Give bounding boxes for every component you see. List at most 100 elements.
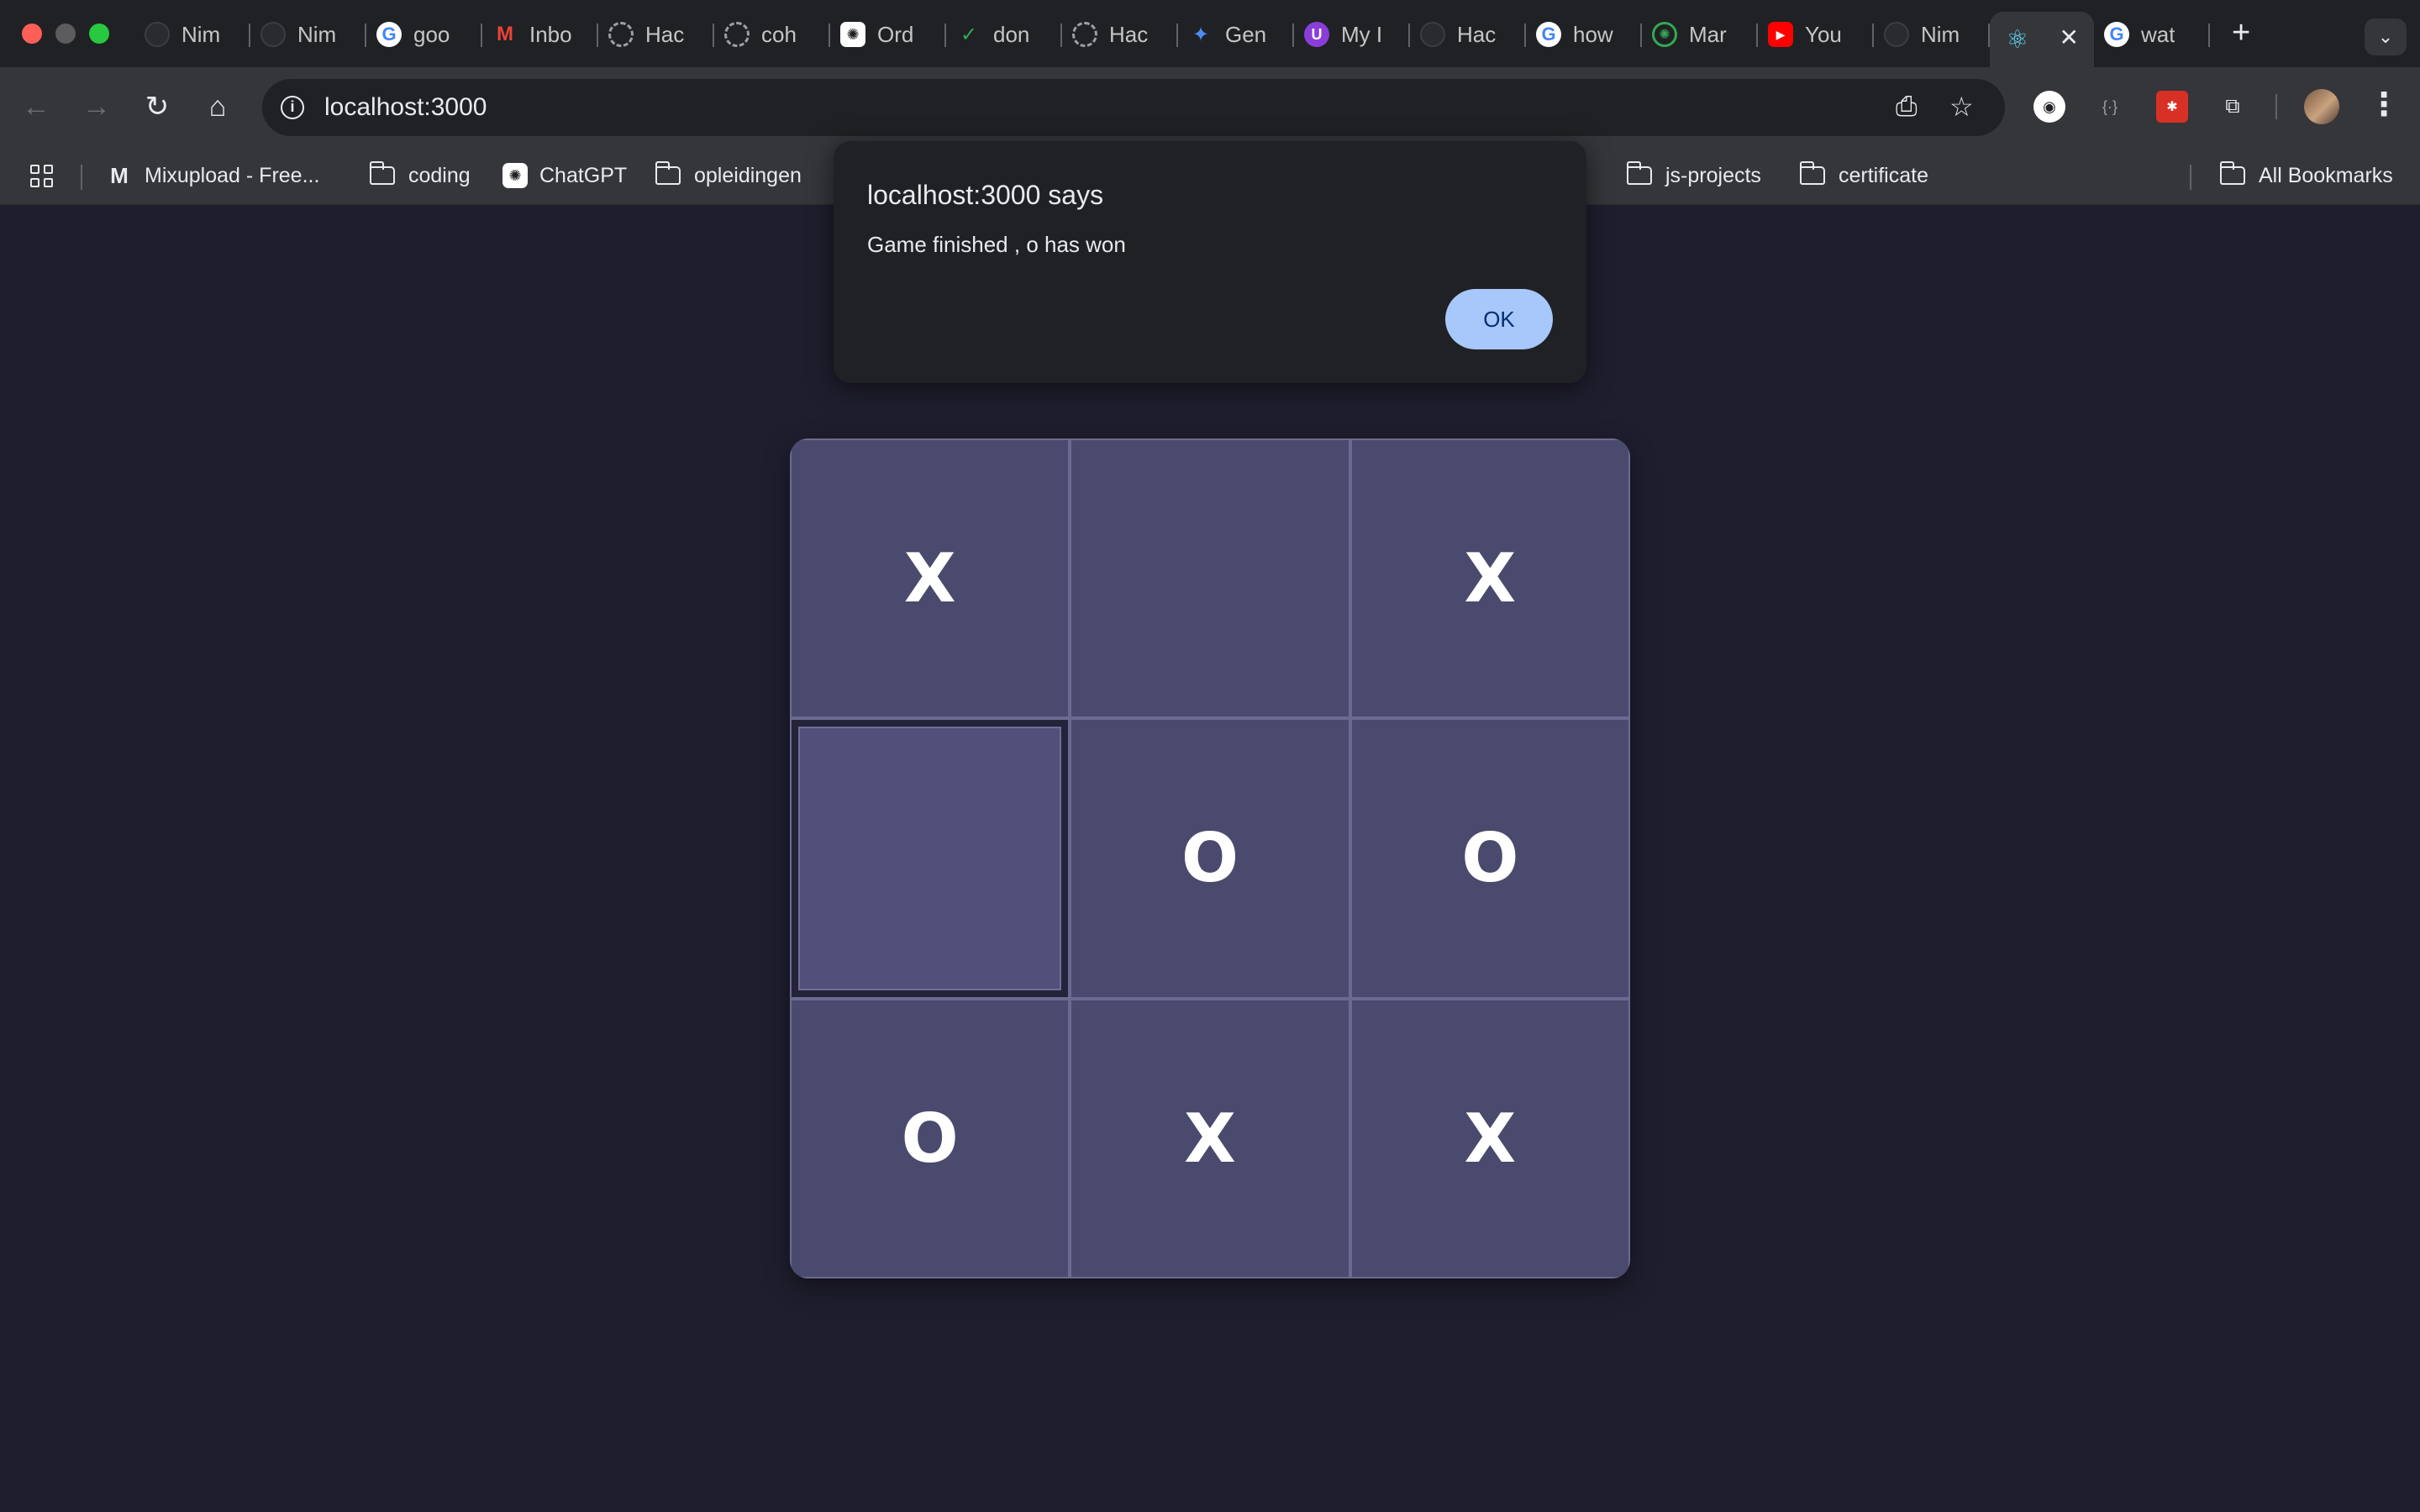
- extensions-puzzle-icon[interactable]: ⧉: [2217, 91, 2249, 123]
- bookmark-folder-coding[interactable]: coding: [369, 160, 471, 191]
- ok-button[interactable]: OK: [1445, 289, 1553, 349]
- code-extension-icon[interactable]: {·}: [2094, 91, 2126, 123]
- close-window-button[interactable]: [22, 24, 42, 44]
- bookmark-label: Mixupload - Free...: [145, 163, 320, 187]
- home-icon: ⌂: [208, 90, 227, 123]
- tab[interactable]: ✓ don: [946, 12, 1062, 57]
- chatgpt-green-icon: ✺: [1652, 22, 1677, 47]
- tab[interactable]: Hac: [598, 12, 714, 57]
- tab[interactable]: Ggoo: [366, 12, 482, 57]
- chevron-down-icon: ⌄: [2377, 26, 2394, 47]
- tab-title: Ord: [877, 21, 914, 47]
- site-info-icon[interactable]: i: [281, 96, 304, 119]
- tab-title: don: [993, 21, 1030, 47]
- gemini-icon: ✦: [1192, 23, 1210, 46]
- udemy-icon: U: [1304, 22, 1329, 47]
- board-cell[interactable]: O: [790, 998, 1071, 1278]
- arrow-right-icon: →: [82, 90, 111, 123]
- browser-menu-icon[interactable]: ⋮: [2368, 86, 2400, 123]
- gmail-icon: M: [497, 23, 513, 45]
- tab-title: My I: [1341, 21, 1383, 47]
- bookmark-label: js-projects: [1665, 163, 1761, 187]
- tab-search-button[interactable]: ⌄: [2365, 18, 2407, 55]
- cell-mark: O: [901, 1099, 959, 1178]
- tab[interactable]: Nim: [1874, 12, 1990, 57]
- tab[interactable]: ▶ You: [1758, 12, 1874, 57]
- tab[interactable]: coh: [714, 12, 830, 57]
- board-cell-hovered[interactable]: [790, 718, 1071, 999]
- tab[interactable]: ✺ Ord: [830, 12, 946, 57]
- tab[interactable]: Nim: [250, 12, 366, 57]
- github-icon: [145, 22, 170, 47]
- tab[interactable]: Hac: [1062, 12, 1178, 57]
- tab[interactable]: ✦ Gen: [1178, 12, 1294, 57]
- board-cell[interactable]: X: [1349, 998, 1630, 1278]
- board-cell[interactable]: X: [1070, 998, 1350, 1278]
- recorder-extension-icon[interactable]: ◉: [2033, 91, 2065, 123]
- address-bar[interactable]: i localhost:3000 ⎙ ☆: [262, 79, 2005, 136]
- bookmark-chatgpt[interactable]: ✺ ChatGPT: [502, 160, 627, 191]
- apps-button[interactable]: [30, 160, 53, 191]
- loading-ring-icon: [724, 22, 750, 47]
- bookmark-star-icon[interactable]: ☆: [1949, 91, 1974, 123]
- apps-grid-icon: [30, 164, 53, 187]
- minimize-window-button[interactable]: [55, 24, 76, 44]
- back-button[interactable]: ←: [17, 87, 55, 126]
- chatgpt-icon: ✺: [840, 22, 865, 47]
- url-text[interactable]: localhost:3000: [324, 93, 487, 122]
- all-bookmarks-folder[interactable]: All Bookmarks: [2219, 160, 2393, 191]
- bookmark-label: coding: [408, 163, 471, 187]
- bookmark-mixupload[interactable]: M Mixupload - Free...: [106, 160, 319, 191]
- tab-title: Gen: [1225, 21, 1267, 47]
- board-cell[interactable]: X: [1349, 438, 1630, 719]
- board-cell[interactable]: [1070, 438, 1350, 719]
- google-icon: G: [376, 22, 402, 47]
- maximize-window-button[interactable]: [89, 24, 109, 44]
- home-button[interactable]: ⌂: [198, 87, 237, 126]
- install-app-icon[interactable]: ⎙: [1896, 91, 1918, 123]
- profile-avatar[interactable]: [2304, 89, 2339, 124]
- cell-mark: X: [1464, 539, 1517, 618]
- tab-title: Hac: [1457, 21, 1497, 47]
- tab-title: how: [1573, 21, 1613, 47]
- new-tab-button[interactable]: +: [2232, 15, 2250, 51]
- tab[interactable]: Hac: [1410, 12, 1526, 57]
- arrow-left-icon: ←: [22, 90, 50, 123]
- board-cell[interactable]: X: [790, 438, 1071, 719]
- dialog-message: Game finished , o has won: [867, 232, 1126, 257]
- tab-title: wat: [2141, 21, 2175, 47]
- bookmark-folder-opleidingen[interactable]: opleidingen: [655, 160, 802, 191]
- tab[interactable]: ✺ Mar: [1642, 12, 1758, 57]
- tab[interactable]: M Inbo: [482, 12, 598, 57]
- tic-tac-toe-board: X X O O O X X: [790, 438, 1630, 1278]
- tab-title: You: [1805, 21, 1842, 47]
- tab[interactable]: Ghow: [1526, 12, 1642, 57]
- bookmark-label: opleidingen: [694, 163, 802, 187]
- tab-title: Mar: [1689, 21, 1727, 47]
- board-cell[interactable]: O: [1070, 718, 1350, 999]
- youtube-icon: ▶: [1768, 22, 1793, 47]
- bookmark-folder-js-projects[interactable]: js-projects: [1626, 160, 1761, 191]
- folder-icon: [2219, 161, 2245, 185]
- folder-icon: [369, 161, 395, 185]
- bookmark-folder-certificate[interactable]: certificate: [1799, 160, 1928, 191]
- forward-button[interactable]: →: [77, 87, 116, 126]
- tab[interactable]: Nim: [134, 12, 250, 57]
- cell-mark: X: [1464, 1099, 1517, 1178]
- board-cell[interactable]: O: [1349, 718, 1630, 999]
- red-extension-icon[interactable]: ✱: [2156, 91, 2188, 123]
- tab-title: Nim: [1921, 21, 1960, 47]
- cell-mark: O: [1461, 819, 1519, 898]
- tab-title: Hac: [1109, 21, 1149, 47]
- tab-strip: Nim Nim Ggoo M Inbo Hac coh ✺ Ord ✓ don Hac…: [0, 0, 2420, 67]
- tab[interactable]: U My I: [1294, 12, 1410, 57]
- chatgpt-icon: ✺: [502, 163, 528, 188]
- toolbar-divider: [2275, 94, 2277, 119]
- bookmark-label: All Bookmarks: [2259, 163, 2393, 187]
- tab-active[interactable]: ⚛ ✕: [1990, 12, 2094, 67]
- close-tab-icon[interactable]: ✕: [2060, 24, 2079, 51]
- folder-icon: [655, 161, 681, 185]
- tab[interactable]: Gwat: [2094, 12, 2210, 57]
- reload-button[interactable]: ↻: [138, 87, 176, 126]
- tab-title: Nim: [182, 21, 221, 47]
